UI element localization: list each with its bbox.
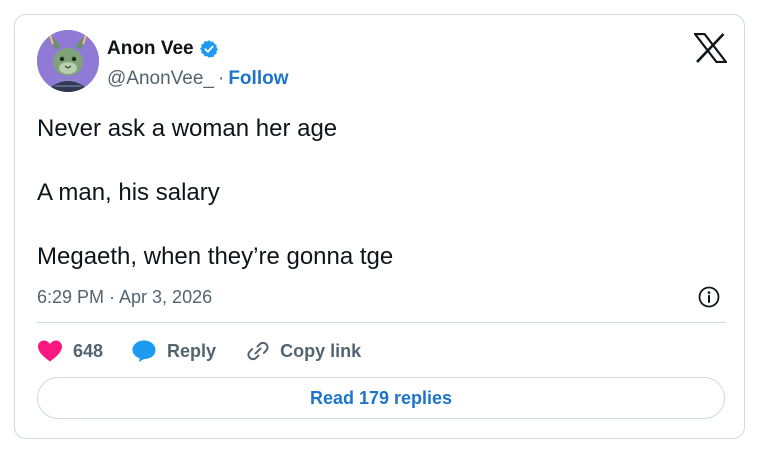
copy-link-label: Copy link xyxy=(280,340,362,361)
speech-bubble-icon xyxy=(132,340,156,362)
reply-label: Reply xyxy=(167,340,217,361)
avatar[interactable] xyxy=(37,30,99,92)
like-count: 648 xyxy=(73,340,104,361)
tweet-text-line-2: A man, his salary xyxy=(37,179,220,206)
tweet-embed-card: Anon Vee @AnonVee_ · Follow Never ask a wo… xyxy=(14,14,745,439)
link-icon xyxy=(247,341,269,361)
heart-icon xyxy=(38,340,62,362)
action-bar: 648 Reply Copy link xyxy=(37,337,389,365)
tweet-timestamp[interactable]: 6:29 PM · Apr 3, 2026 xyxy=(37,287,212,308)
tweet-text-line-3: Megaeth, when they’re gonna tge xyxy=(37,243,394,270)
handle-separator: · xyxy=(218,68,225,89)
author-name-row: Anon Vee xyxy=(107,38,219,60)
reply-button[interactable]: Reply xyxy=(131,339,216,363)
author-handle[interactable]: @AnonVee_ xyxy=(107,68,214,89)
info-icon[interactable] xyxy=(697,285,721,309)
follow-link[interactable]: Follow xyxy=(228,68,288,89)
read-replies-button[interactable]: Read 179 replies xyxy=(37,377,725,419)
divider xyxy=(37,322,726,323)
verified-badge-icon xyxy=(199,40,218,58)
like-button[interactable]: 648 xyxy=(37,339,103,363)
x-logo-icon[interactable] xyxy=(694,33,727,63)
copy-link-button[interactable]: Copy link xyxy=(244,339,361,363)
author-name[interactable]: Anon Vee xyxy=(107,38,194,60)
tweet-text-line-1: Never ask a woman her age xyxy=(37,115,338,142)
cat-avatar-illustration xyxy=(37,30,99,92)
author-handle-row: @AnonVee_ · Follow xyxy=(107,68,288,90)
